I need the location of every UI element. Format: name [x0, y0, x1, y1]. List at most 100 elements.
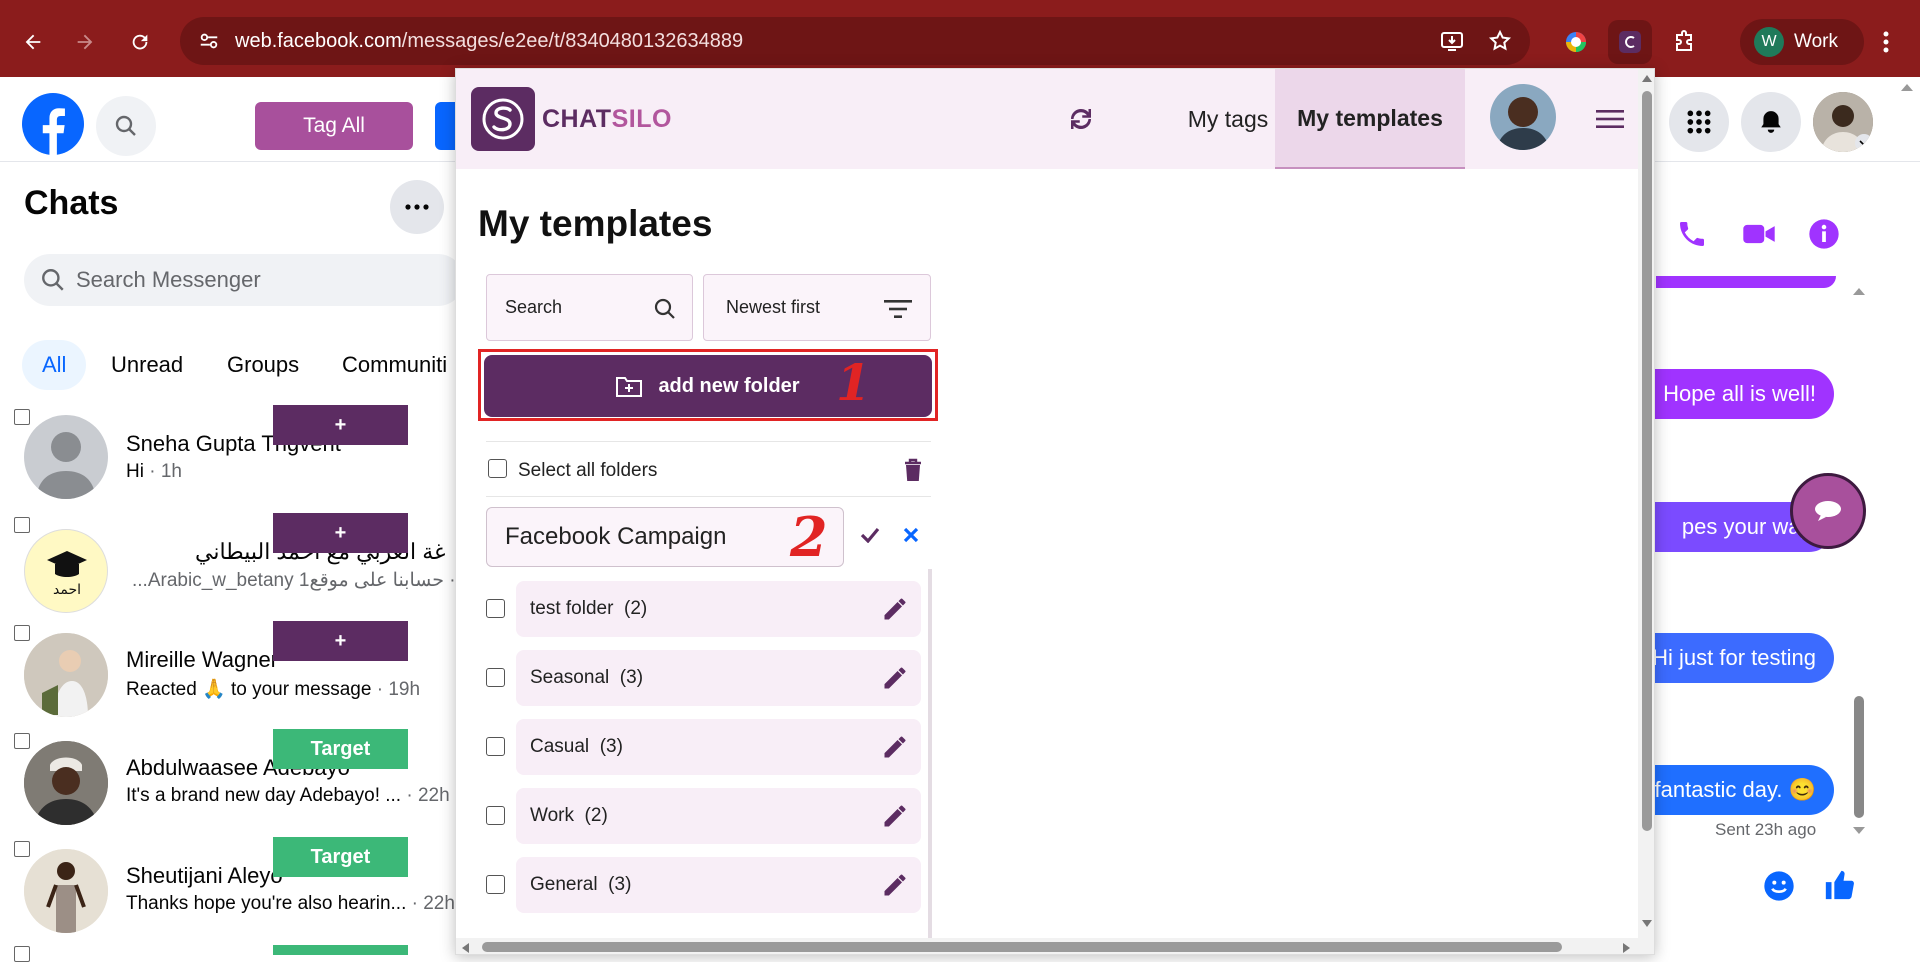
folder-row[interactable]: General (3) — [486, 857, 926, 913]
more-horizontal-icon — [405, 204, 429, 210]
scroll-down-arrow[interactable] — [1641, 919, 1653, 929]
messenger-search-input[interactable]: Search Messenger — [24, 254, 464, 306]
fb-search-button[interactable] — [96, 96, 156, 156]
page-scroll-up-arrow[interactable] — [1900, 82, 1914, 92]
scrollbar-thumb[interactable] — [1854, 696, 1864, 818]
filter-tab-unread[interactable]: Unread — [111, 352, 183, 378]
chats-title: Chats — [24, 184, 119, 222]
folder-checkbox[interactable] — [486, 806, 505, 825]
scroll-up-arrow[interactable] — [1641, 73, 1653, 83]
profile-chip[interactable]: W Work — [1740, 19, 1864, 65]
pencil-icon[interactable] — [881, 664, 909, 692]
pencil-icon[interactable] — [881, 871, 909, 899]
sort-select[interactable]: Newest first — [703, 274, 931, 341]
chat-preview: Reacted 🙏 to your message · 19h — [126, 679, 421, 700]
scroll-right-arrow[interactable] — [1622, 942, 1632, 954]
chatsilo-floating-button[interactable] — [1790, 473, 1866, 549]
chat-select-checkbox[interactable] — [14, 517, 30, 533]
tag-all-button[interactable]: Tag All — [255, 102, 413, 150]
extensions-button[interactable] — [1662, 20, 1706, 64]
chat-select-checkbox[interactable] — [14, 946, 30, 962]
chat-tag-button[interactable]: Target — [273, 729, 408, 769]
chat-select-checkbox[interactable] — [14, 409, 30, 425]
folder-item[interactable]: General (3) — [516, 857, 921, 913]
chevron-down-icon — [1859, 140, 1869, 147]
panel-vertical-scrollbar[interactable] — [1638, 69, 1654, 954]
forward-button[interactable] — [63, 20, 107, 64]
pencil-icon[interactable] — [881, 733, 909, 761]
folder-list-scrollbar[interactable] — [928, 569, 932, 939]
video-icon[interactable] — [1742, 220, 1776, 248]
panel-horizontal-scrollbar[interactable] — [456, 938, 1638, 954]
chatsilo-extension-button[interactable] — [1608, 20, 1652, 64]
avatar-photo — [24, 633, 108, 717]
chat-preview: It's a brand new day Adebayo! ... · 22h — [126, 785, 450, 806]
profile-avatar: W — [1754, 27, 1784, 57]
folder-row[interactable]: Seasonal (3) — [486, 650, 926, 706]
phone-icon[interactable] — [1676, 218, 1708, 250]
folder-count: (3) — [599, 736, 623, 757]
hidden-toolbar-button[interactable] — [435, 102, 455, 150]
folder-name: test folder — [530, 598, 614, 619]
account-avatar[interactable] — [1813, 92, 1873, 152]
template-search-input[interactable]: Search — [486, 274, 693, 341]
filter-tab-groups[interactable]: Groups — [227, 352, 299, 378]
chats-options-button[interactable] — [390, 180, 444, 234]
confirm-folder-button[interactable] — [856, 521, 884, 549]
hamburger-menu-button[interactable] — [1592, 101, 1628, 137]
folder-row[interactable]: Work (2) — [486, 788, 926, 844]
trash-icon[interactable] — [903, 458, 923, 482]
chat-tag-button[interactable]: + — [273, 621, 408, 661]
menu-grid-button[interactable] — [1669, 92, 1729, 152]
folder-item[interactable]: Casual (3) — [516, 719, 921, 775]
thumbs-up-icon[interactable] — [1823, 868, 1857, 902]
scroll-up-arrow[interactable] — [1852, 286, 1866, 296]
select-all-checkbox[interactable] — [488, 459, 507, 478]
pencil-icon[interactable] — [881, 802, 909, 830]
chat-select-checkbox[interactable] — [14, 841, 30, 857]
folder-item[interactable]: Seasonal (3) — [516, 650, 921, 706]
refresh-button[interactable] — [1059, 97, 1103, 141]
user-avatar[interactable] — [1490, 84, 1556, 150]
chatsilo-logo-icon — [482, 98, 524, 140]
folder-item[interactable]: test folder (2) — [516, 581, 921, 637]
scrollbar-thumb[interactable] — [482, 942, 1562, 952]
folder-row[interactable]: Casual (3) — [486, 719, 926, 775]
chat-select-checkbox[interactable] — [14, 733, 30, 749]
folder-row[interactable]: test folder (2) — [486, 581, 926, 637]
folder-checkbox[interactable] — [486, 875, 505, 894]
scrollbar-thumb[interactable] — [1642, 91, 1652, 831]
pencil-icon[interactable] — [881, 595, 909, 623]
filter-tab-communities[interactable]: Communiti — [342, 352, 447, 378]
site-settings-icon[interactable] — [198, 30, 220, 52]
folder-checkbox[interactable] — [486, 737, 505, 756]
chat-select-checkbox[interactable] — [14, 625, 30, 641]
account-chevron[interactable] — [1855, 134, 1873, 152]
folder-checkbox[interactable] — [486, 599, 505, 618]
address-bar[interactable]: web.facebook.com/messages/e2ee/t/8340480… — [180, 17, 1530, 65]
emoji-icon[interactable] — [1763, 870, 1795, 902]
folder-item[interactable]: Work (2) — [516, 788, 921, 844]
back-button[interactable] — [11, 20, 55, 64]
facebook-logo-icon[interactable] — [22, 93, 84, 155]
chatsilo-logo[interactable] — [471, 87, 535, 151]
info-icon[interactable] — [1808, 218, 1840, 250]
browser-menu-button[interactable] — [1864, 20, 1908, 64]
star-icon[interactable] — [1488, 29, 1512, 53]
chat-tag-button[interactable]: + — [273, 405, 408, 445]
tab-my-templates[interactable]: My templates — [1275, 69, 1465, 169]
chat-tag-button[interactable]: Target — [273, 837, 408, 877]
folder-checkbox[interactable] — [486, 668, 505, 687]
scroll-left-arrow[interactable] — [460, 942, 470, 954]
cancel-folder-button[interactable] — [897, 521, 925, 549]
reload-button[interactable] — [118, 20, 162, 64]
chat-tag-button-partial[interactable] — [273, 945, 408, 955]
notifications-button[interactable] — [1741, 92, 1801, 152]
install-icon[interactable] — [1440, 30, 1464, 52]
scroll-down-arrow[interactable] — [1852, 826, 1866, 836]
filter-tab-all-label[interactable]: All — [42, 352, 66, 378]
folder-count: (2) — [624, 598, 648, 619]
chat-tag-button[interactable]: + — [273, 513, 408, 553]
extension-color-button[interactable] — [1554, 20, 1598, 64]
close-icon — [903, 527, 919, 543]
